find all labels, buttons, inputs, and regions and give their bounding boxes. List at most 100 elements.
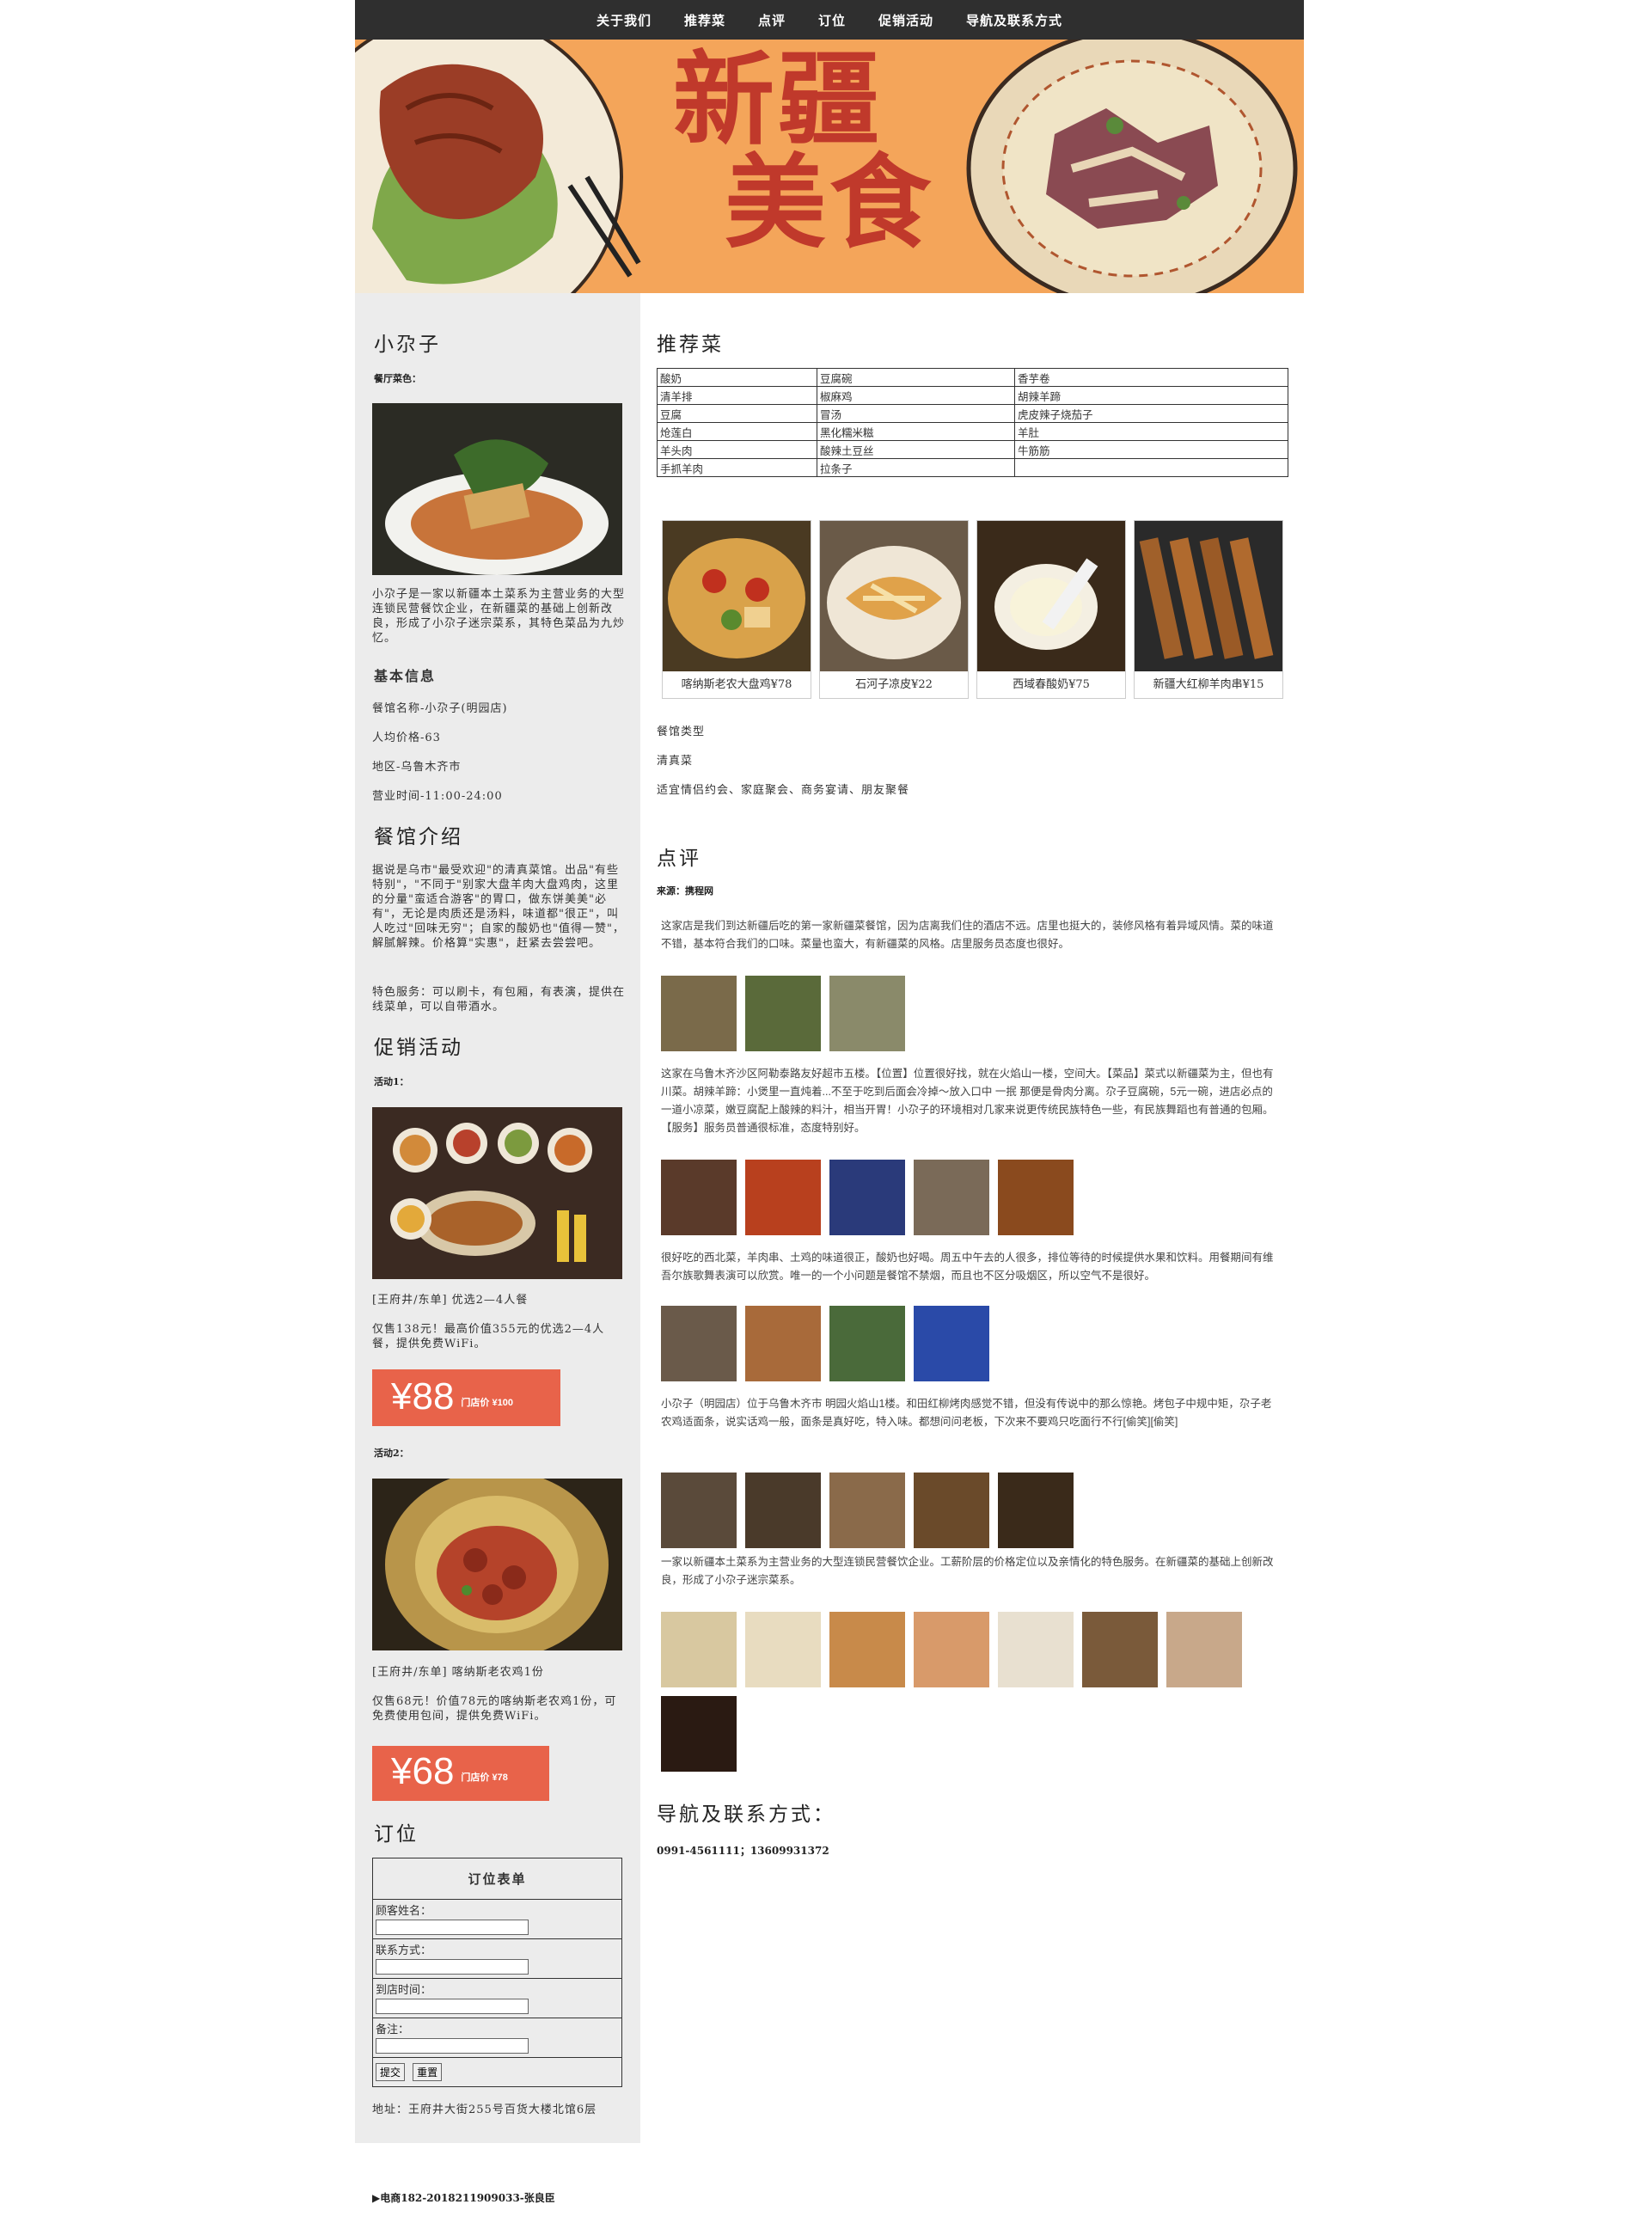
form-row-contact: 联系方式：: [373, 1939, 621, 1979]
dish-label: 餐厅菜色：: [374, 373, 421, 384]
review-photo[interactable]: [745, 1473, 821, 1548]
review-photo[interactable]: [745, 1306, 821, 1381]
sidebar: 小尕子 餐厅菜色： 小尕子是一家以新疆本土菜系为主营业务的大型连锁民营餐饮企业，…: [355, 293, 640, 2143]
dish-photo: [663, 521, 811, 671]
nav-booking[interactable]: 订位: [818, 11, 846, 29]
customer-name-input[interactable]: [376, 1920, 529, 1935]
dish-caption: 喀纳斯老农大盘鸡¥78: [681, 678, 792, 691]
table-cell: 羊肚: [1014, 422, 1288, 441]
table-cell: 酸奶: [657, 368, 817, 387]
dish-photo: [820, 521, 968, 671]
contact-phone: 0991-4561111；13609931372: [657, 1845, 829, 1857]
table-cell: 酸辣土豆丝: [817, 440, 1015, 459]
dish-card[interactable]: 喀纳斯老农大盘鸡¥78: [662, 520, 811, 699]
review-photo[interactable]: [914, 1612, 989, 1687]
restaurant-name: 小尕子: [374, 334, 441, 356]
dish-card[interactable]: 新疆大红柳羊肉串¥15: [1134, 520, 1283, 699]
banner-meat-plate-image: [355, 40, 641, 293]
promo1-price-badge[interactable]: ¥88 门店价 ¥100: [372, 1369, 560, 1426]
review-photo[interactable]: [829, 1473, 905, 1548]
review-photo[interactable]: [661, 1696, 737, 1772]
review-photo[interactable]: [914, 1160, 989, 1235]
promo2-name: [王府井/东单] 喀纳斯老农鸡1份: [372, 1666, 544, 1679]
booking-title: 订位: [374, 1823, 419, 1846]
promo1-desc: 仅售138元！最高价值355元的优选2—4人餐，提供免费WiFi。: [372, 1323, 605, 1350]
review-photo[interactable]: [829, 976, 905, 1051]
recommend-title: 推荐菜: [657, 334, 724, 356]
form-buttons: 提交 重置: [373, 2058, 621, 2086]
booking-form: 订位表单 顾客姓名： 联系方式： 到店时间： 备注： 提交 重置: [372, 1858, 622, 2087]
review-text: 一家以新疆本土菜系为主营业务的大型连锁民营餐饮企业。工薪阶层的价格定位以及亲情化…: [661, 1556, 1274, 1586]
review-photo[interactable]: [661, 976, 737, 1051]
dish-caption: 西域春酸奶¥75: [1013, 678, 1090, 691]
review-photo[interactable]: [829, 1160, 905, 1235]
dish-photo: [1135, 521, 1282, 671]
table-cell: 羊头肉: [657, 440, 817, 459]
review-photo[interactable]: [998, 1160, 1074, 1235]
reset-button[interactable]: 重置: [413, 2063, 443, 2081]
table-cell: 炝莲白: [657, 422, 817, 441]
table-cell: 豆腐: [657, 404, 817, 423]
promo1-photo: [372, 1107, 622, 1279]
review-photo[interactable]: [829, 1612, 905, 1687]
form-row-notes: 备注：: [373, 2018, 621, 2058]
booking-form-title: 订位表单: [373, 1858, 621, 1900]
review-title: 点评: [657, 848, 701, 870]
promo1-price: ¥88: [391, 1375, 455, 1418]
table-row: 手抓羊肉 拉条子: [657, 458, 1288, 477]
table-cell: 椒麻鸡: [817, 386, 1015, 405]
table-cell: 手抓羊肉: [657, 458, 817, 477]
promo2-price: ¥68: [391, 1750, 455, 1792]
notes-input[interactable]: [376, 2038, 529, 2054]
review-photo[interactable]: [998, 1473, 1074, 1548]
review-photo[interactable]: [914, 1306, 989, 1381]
review-photo[interactable]: [1082, 1612, 1158, 1687]
info-price: 人均价格-63: [372, 732, 441, 744]
nav-recommend[interactable]: 推荐菜: [684, 11, 725, 29]
top-nav: 关于我们 推荐菜 点评 订位 促销活动 导航及联系方式: [355, 0, 1304, 40]
nav-about[interactable]: 关于我们: [597, 11, 652, 29]
nav-reviews[interactable]: 点评: [758, 11, 786, 29]
contact-title: 导航及联系方式：: [657, 1803, 835, 1826]
promo2-price-badge[interactable]: ¥68 门店价 ¥78: [372, 1746, 549, 1801]
promo1-name: [王府井/东单] 优选2—4人餐: [372, 1294, 529, 1307]
review-photo[interactable]: [745, 976, 821, 1051]
arrival-time-input[interactable]: [376, 1999, 529, 2014]
review-photo[interactable]: [661, 1473, 737, 1548]
review-photo[interactable]: [914, 1473, 989, 1548]
table-cell: 香芋卷: [1014, 368, 1288, 387]
review-photo[interactable]: [1166, 1612, 1242, 1687]
dish-card[interactable]: 石河子凉皮¥22: [819, 520, 969, 699]
review-photo[interactable]: [998, 1612, 1074, 1687]
type-value: 清真菜: [657, 755, 694, 768]
review-text: 小尕子（明园店）位于乌鲁木齐市 明园火焰山1楼。和田红柳烤肉感觉不错，但没有传说…: [661, 1398, 1272, 1428]
review-photo[interactable]: [661, 1306, 737, 1381]
review-photo[interactable]: [829, 1306, 905, 1381]
review-photo[interactable]: [661, 1612, 737, 1687]
nav-contact[interactable]: 导航及联系方式: [966, 11, 1062, 29]
dish-caption: 新疆大红柳羊肉串¥15: [1153, 678, 1264, 691]
info-name: 餐馆名称-小尕子(明园店): [372, 702, 508, 715]
table-cell: 拉条子: [817, 458, 1015, 477]
review-photo[interactable]: [745, 1160, 821, 1235]
review-photo[interactable]: [661, 1160, 737, 1235]
submit-button[interactable]: 提交: [376, 2063, 406, 2081]
table-cell: 牛筋筋: [1014, 440, 1288, 459]
field-label-notes: 备注：: [376, 2024, 410, 2036]
footer-text: ▶电商182-2018211909033-张良臣: [372, 2192, 555, 2204]
table-cell: 豆腐碗: [817, 368, 1015, 387]
review-text: 很好吃的西北菜，羊肉串、土鸡的味道很正，酸奶也好喝。周五中午去的人很多，排位等待…: [661, 1252, 1274, 1282]
nav-promotions[interactable]: 促销活动: [878, 11, 933, 29]
field-label-name: 顾客姓名：: [376, 1905, 432, 1918]
contact-input[interactable]: [376, 1959, 529, 1975]
table-row: 炝莲白 黑化糯米糍 羊肚: [657, 422, 1288, 441]
table-cell: 黑化糯米糍: [817, 422, 1015, 441]
dish-caption: 石河子凉皮¥22: [855, 678, 933, 691]
promo2-photo: [372, 1479, 622, 1650]
review-photo[interactable]: [745, 1612, 821, 1687]
dish-card[interactable]: 西域春酸奶¥75: [976, 520, 1126, 699]
promo1-label: 活动1：: [374, 1076, 409, 1087]
table-row: 清羊排 椒麻鸡 胡辣羊蹄: [657, 386, 1288, 405]
banner-stir-fry-plate-image: [966, 40, 1298, 293]
form-row-time: 到店时间：: [373, 1979, 621, 2018]
